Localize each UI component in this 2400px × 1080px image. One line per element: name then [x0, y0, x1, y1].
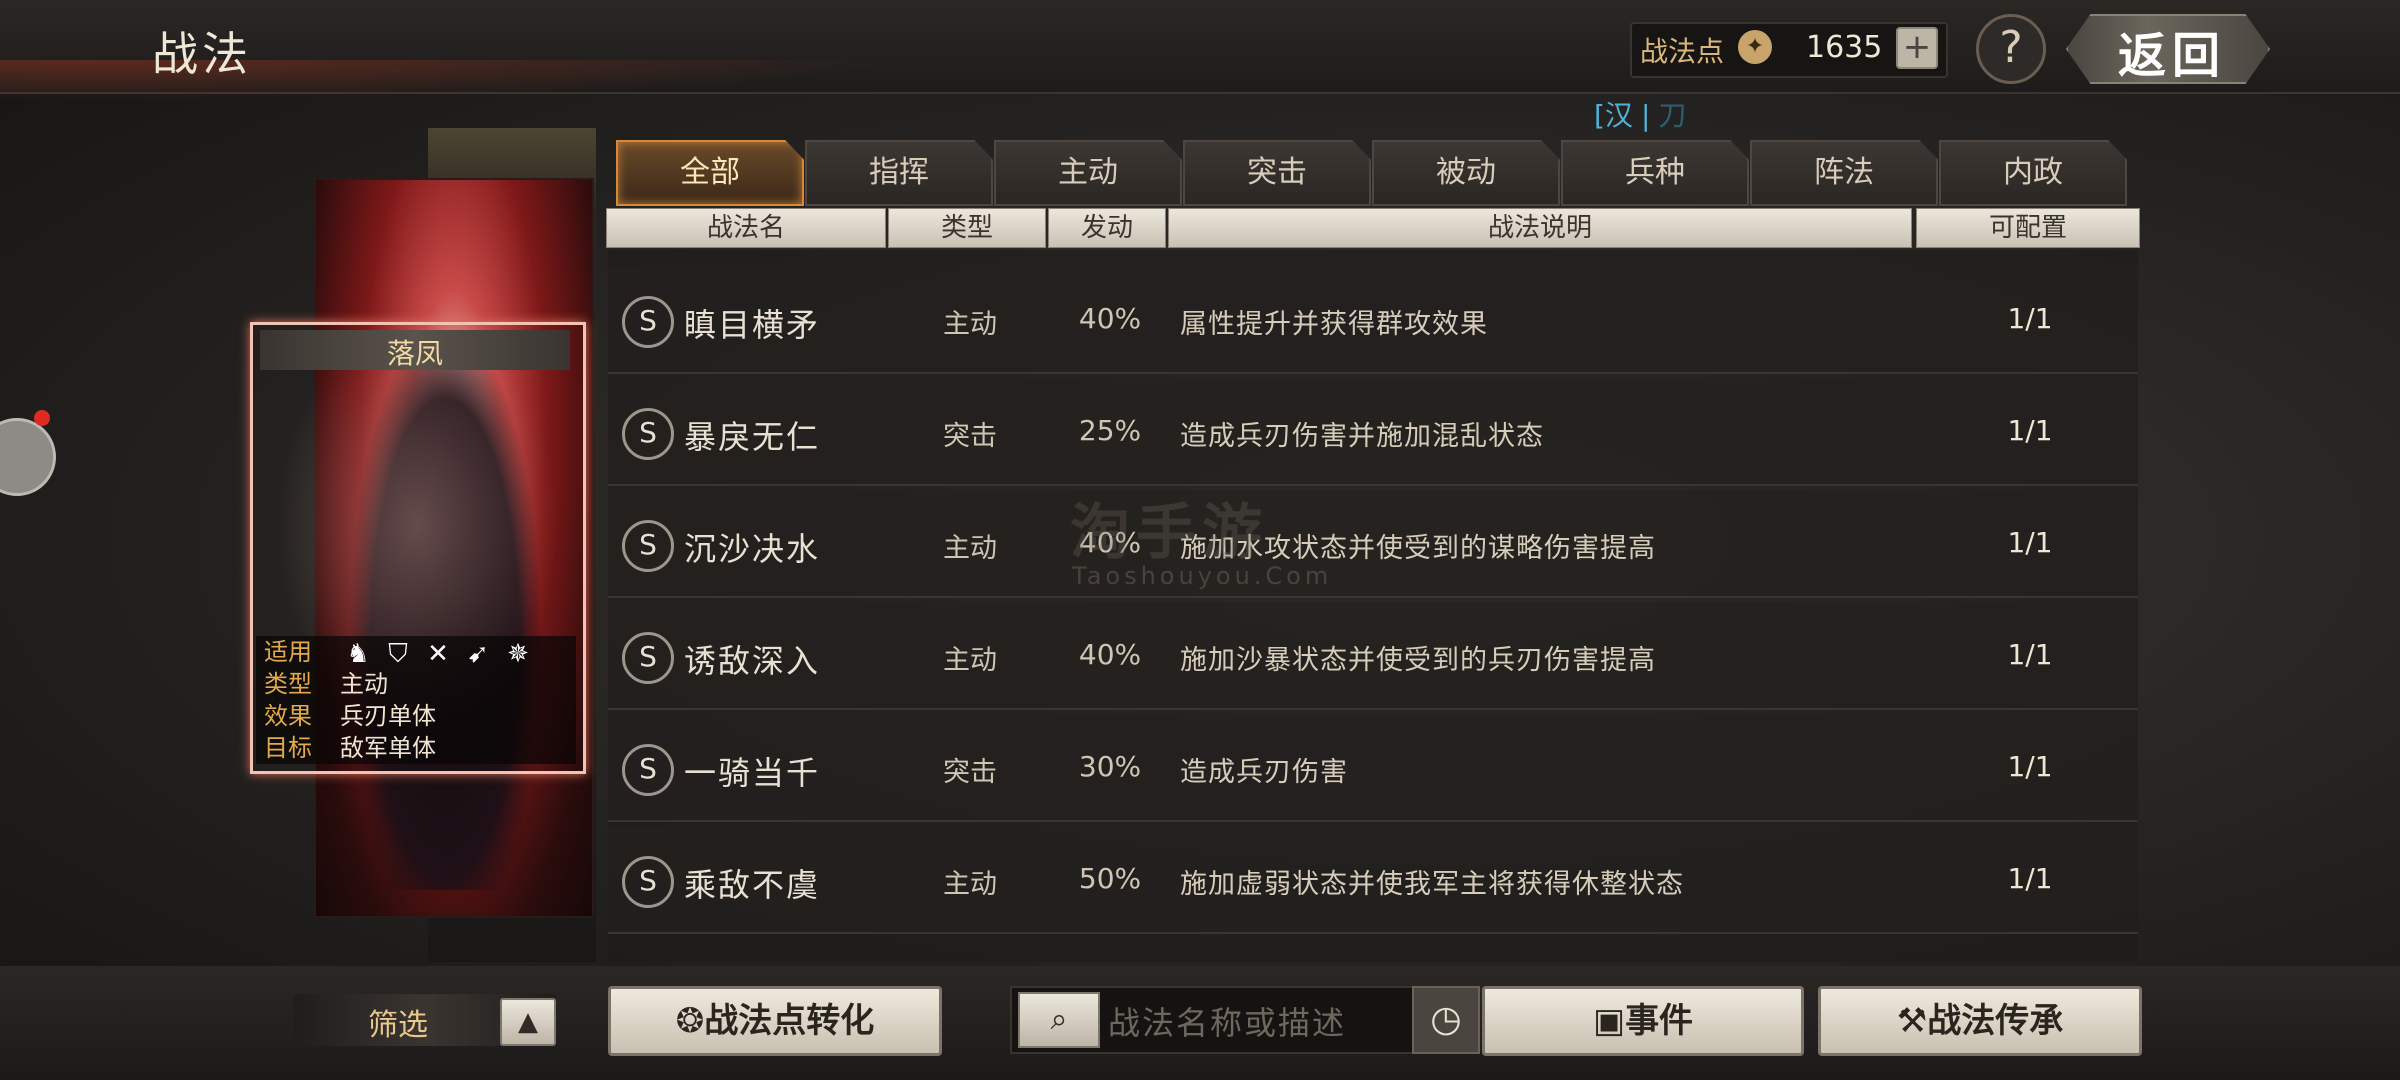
card-target-label: 目标: [264, 734, 312, 762]
tactic-desc: 造成兵刃伤害并施加混乱状态: [1180, 421, 1544, 452]
side-menu-button[interactable]: [0, 418, 56, 496]
tab-troop[interactable]: 兵种: [1561, 140, 1749, 206]
inherit-tactic-button[interactable]: ⚒战法传承: [1818, 986, 2142, 1056]
column-header-type[interactable]: 类型: [888, 208, 1046, 248]
tactic-rate: 50%: [1078, 862, 1142, 895]
card-info-apply: 适用: [264, 636, 340, 668]
card-info-target: 目标 敌军单体: [264, 732, 436, 764]
tactic-desc: 属性提升并获得群攻效果: [1180, 309, 1488, 340]
table-row[interactable]: [608, 714, 2138, 822]
grade-badge: S: [622, 856, 674, 908]
top-bar-glow: [0, 60, 900, 100]
grade-badge: S: [622, 296, 674, 348]
search-input[interactable]: 战法名称或描述: [1108, 998, 1346, 1044]
tactic-name: 瞋目横矛: [684, 306, 821, 344]
card-type-label: 类型: [264, 670, 312, 698]
filter-toggle-button[interactable]: ▲: [500, 998, 556, 1046]
tactic-count: 1/1: [2007, 638, 2053, 671]
tactic-count: 1/1: [2007, 302, 2053, 335]
tactic-type: 主动: [943, 309, 997, 340]
event-button[interactable]: ▣事件: [1482, 986, 1804, 1056]
event-icon: ▣: [1592, 1001, 1626, 1041]
card-effect-label: 效果: [264, 702, 312, 730]
column-header-desc: 战法说明: [1168, 208, 1912, 248]
watermark-url: Taoshouyou.Com: [1072, 562, 1333, 590]
watermark-logo: 淘手游: [1070, 498, 1268, 568]
filter-label[interactable]: 筛选: [298, 1000, 498, 1044]
faction-filter[interactable]: [汉 | 刀: [1594, 94, 1686, 134]
tactic-name: 沉沙决水: [684, 530, 821, 568]
tactic-name: 一骑当千: [684, 754, 821, 792]
tab-passive[interactable]: 被动: [1372, 140, 1560, 206]
cavalry-icon: ♞: [346, 639, 370, 669]
convert-points-button[interactable]: ❂战法点转化: [608, 986, 942, 1056]
tactic-count: 1/1: [2007, 750, 2053, 783]
tactic-type: 突击: [943, 757, 997, 788]
tab-all[interactable]: 全部: [616, 140, 804, 206]
tactic-count: 1/1: [2007, 526, 2053, 559]
siege-icon: ✵: [507, 639, 529, 669]
tab-command[interactable]: 指挥: [805, 140, 993, 206]
column-header-count[interactable]: 可配置: [1916, 208, 2140, 248]
grade-badge: S: [622, 520, 674, 572]
card-effect-value: 兵刃单体: [340, 702, 436, 730]
grade-badge: S: [622, 744, 674, 796]
card-apply-label: 适用: [264, 638, 312, 666]
faction-filter-inactive[interactable]: 刀: [1658, 99, 1686, 132]
tactic-desc: 造成兵刃伤害: [1180, 757, 1348, 788]
tab-formation[interactable]: 阵法: [1750, 140, 1938, 206]
tab-internal[interactable]: 内政: [1939, 140, 2127, 206]
hammer-icon: ⚒: [1896, 1001, 1928, 1041]
tactic-rate: 30%: [1078, 750, 1142, 783]
shield-icon: ⛉: [388, 639, 408, 669]
tactic-type: 突击: [943, 421, 997, 452]
back-button-label[interactable]: 返回: [2118, 16, 2226, 86]
tactic-rate: 25%: [1078, 414, 1142, 447]
tactic-count: 1/1: [2007, 414, 2053, 447]
tactic-desc: 施加沙暴状态并使受到的兵刃伤害提高: [1180, 645, 1656, 676]
card-name: 落凤: [386, 337, 443, 370]
spear-icon: ➹: [467, 639, 489, 669]
tactic-type: 主动: [943, 645, 997, 676]
tactic-points-icon: ✦: [1738, 30, 1772, 64]
page-title: 战法: [152, 27, 252, 81]
tactic-rate: 40%: [1078, 302, 1142, 335]
tactic-points-value: 1635: [1806, 30, 1883, 65]
faction-filter-separator: |: [1640, 99, 1651, 132]
help-button[interactable]: ?: [1976, 14, 2046, 84]
card-type-value: 主动: [340, 670, 388, 698]
tactic-name: 暴戾无仁: [684, 418, 821, 456]
tactic-count: 1/1: [2007, 862, 2053, 895]
column-header-rate[interactable]: 发动: [1048, 208, 1166, 248]
card-info-effect: 效果 兵刃单体: [264, 700, 436, 732]
notification-dot: [34, 410, 50, 426]
card-info-type: 类型 主动: [264, 668, 388, 700]
search-icon[interactable]: ⌕: [1018, 992, 1100, 1048]
event-label: 事件: [1625, 1001, 1694, 1041]
grade-badge: S: [622, 408, 674, 460]
tactic-type: 主动: [943, 869, 997, 900]
column-header-name[interactable]: 战法名: [606, 208, 886, 248]
add-points-button[interactable]: +: [1896, 27, 1938, 69]
tactic-desc: 施加虚弱状态并使我军主将获得休整状态: [1180, 869, 1684, 900]
tactic-rate: 40%: [1078, 638, 1142, 671]
grade-badge: S: [622, 632, 674, 684]
tab-active[interactable]: 主动: [994, 140, 1182, 206]
tactic-name: 乘敌不虞: [684, 866, 821, 904]
inherit-tactic-label: 战法传承: [1927, 1001, 2064, 1041]
tab-assault[interactable]: 突击: [1183, 140, 1371, 206]
convert-icon: ❂: [675, 1001, 705, 1041]
tactic-type: 主动: [943, 533, 997, 564]
clock-icon[interactable]: ◷: [1412, 986, 1480, 1054]
tactic-name: 诱敌深入: [684, 642, 821, 680]
convert-points-label: 战法点转化: [704, 1001, 875, 1041]
tactic-points-label: 战法点: [1640, 35, 1725, 68]
card-target-value: 敌军单体: [340, 734, 436, 762]
faction-filter-active[interactable]: [汉: [1594, 99, 1633, 132]
archer-icon: ✕: [427, 639, 449, 669]
